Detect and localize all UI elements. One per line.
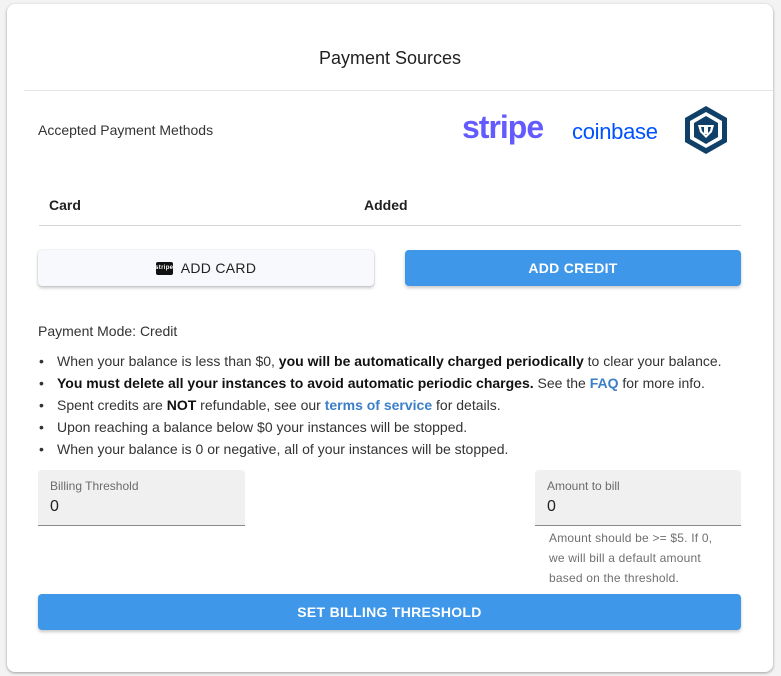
add-credit-button[interactable]: ADD CREDIT	[405, 250, 741, 286]
crypto-com-logo-icon	[685, 106, 727, 154]
amount-hint: Amount should be >= $5. If 0, we will bi…	[549, 531, 713, 585]
bullet-text: refundable, see our	[196, 397, 325, 413]
faq-link[interactable]: FAQ	[590, 375, 619, 391]
list-item: Spent credits are NOT refundable, see ou…	[38, 394, 758, 416]
amount-to-bill-input[interactable]	[547, 498, 727, 516]
list-item: When your balance is 0 or negative, all …	[38, 438, 758, 460]
title-divider	[24, 90, 773, 91]
billing-threshold-label: Billing Threshold	[50, 479, 139, 493]
list-item: Upon reaching a balance below $0 your in…	[38, 416, 758, 438]
billing-threshold-input[interactable]	[50, 498, 230, 516]
bullet-text: When your balance is less than $0,	[57, 353, 279, 369]
payment-mode-label: Payment Mode: Credit	[38, 323, 178, 339]
add-card-label: ADD CARD	[180, 260, 257, 276]
column-card: Card	[49, 197, 81, 213]
amount-to-bill-label: Amount to bill	[547, 479, 620, 493]
amount-to-bill-field[interactable]: Amount to bill	[535, 470, 741, 526]
list-item: When your balance is less than $0, you w…	[38, 350, 758, 372]
accepted-methods-label: Accepted Payment Methods	[38, 122, 214, 138]
cards-table-header: Card Added	[39, 184, 741, 226]
set-billing-threshold-button[interactable]: SET BILLING THRESHOLD	[38, 594, 741, 630]
bullet-text: for details.	[432, 397, 501, 413]
billing-threshold-field[interactable]: Billing Threshold	[38, 470, 245, 526]
bullet-emphasis: NOT	[166, 397, 197, 413]
bullet-emphasis: You must delete all your instances to av…	[57, 375, 534, 391]
bullet-emphasis: you will be automatically charged period…	[278, 353, 584, 369]
list-item: You must delete all your instances to av…	[38, 372, 758, 394]
bullet-text: to clear your balance.	[583, 353, 722, 369]
bullet-text: See the	[533, 375, 590, 391]
page-title: Payment Sources	[318, 48, 462, 68]
stripe-logo: stripe	[462, 109, 544, 145]
bullet-text: Spent credits are	[57, 397, 167, 413]
column-added: Added	[364, 197, 408, 213]
billing-info-list: When your balance is less than $0, you w…	[38, 350, 758, 460]
stripe-badge-icon: stripe	[155, 261, 173, 275]
bullet-text: for more info.	[618, 375, 705, 391]
add-card-button[interactable]: stripe ADD CARD	[38, 250, 374, 286]
payment-sources-card: Payment Sources Accepted Payment Methods…	[7, 4, 773, 672]
coinbase-logo: coinbase	[572, 119, 658, 144]
terms-of-service-link[interactable]: terms of service	[325, 397, 432, 413]
